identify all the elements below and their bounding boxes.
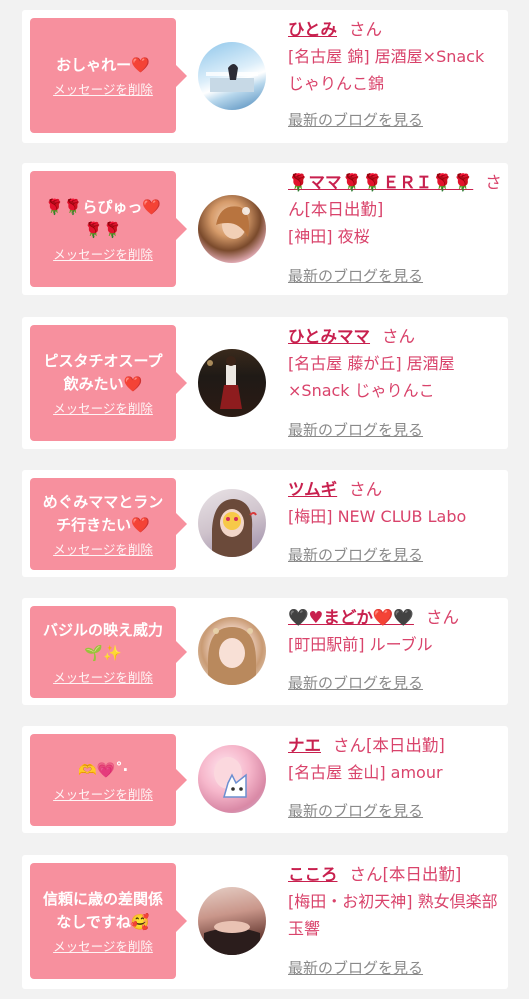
message-text: 🫶💗˚‧ — [77, 760, 129, 779]
shop-info: [神田] 夜桜 — [288, 227, 370, 246]
avatar[interactable] — [198, 195, 266, 263]
avatar[interactable] — [198, 349, 266, 417]
message-bubble: 🫶💗˚‧ メッセージを削除 — [30, 734, 187, 826]
status-badge: [本日出勤] — [382, 865, 462, 884]
shop-info: [名古屋 金山] amour — [288, 763, 443, 782]
user-name-link[interactable]: 🖤♥まどか❤️🖤 — [288, 608, 414, 627]
honorific: さん — [425, 608, 459, 627]
list-item: ピスタチオスープ飲みたい❤️ メッセージを削除 ひとみママ さん [名古屋 藤が丘… — [22, 317, 508, 449]
shop-info: [梅田] NEW CLUB Labo — [288, 507, 467, 526]
delete-message-link[interactable]: メッセージを削除 — [53, 246, 153, 264]
avatar[interactable] — [198, 617, 266, 685]
avatar[interactable] — [198, 489, 266, 557]
message-list: おしゃれー❤️ メッセージを削除 ひとみ さん [名古屋 錦] 居酒屋×Snack… — [0, 0, 529, 999]
message-text: おしゃれー❤️ — [56, 56, 150, 74]
avatar[interactable] — [198, 42, 266, 110]
avatar-photo — [208, 627, 256, 685]
info: ひとみ さん [名古屋 錦] 居酒屋×Snack じゃりんこ錦 — [288, 16, 502, 97]
info: 🖤♥まどか❤️🖤 さん [町田駅前] ルーブル — [288, 604, 502, 658]
message-text: バジルの映え威力🌱✨ — [42, 621, 163, 662]
message-bubble: おしゃれー❤️ メッセージを削除 — [30, 18, 187, 133]
user-name-link[interactable]: ひとみママ — [288, 327, 370, 346]
avatar-photo — [216, 206, 250, 239]
message-bubble: めぐみママとランチ行きたい❤️ メッセージを削除 — [30, 478, 187, 570]
info: 🌹ママ🌹🌹ＥＲＩ🌹🌹 さん[本日出勤] [神田] 夜桜 — [288, 169, 502, 250]
message-bubble: バジルの映え威力🌱✨ メッセージを削除 — [30, 606, 187, 698]
message-text: 信頼に歳の差関係なしですね🥰 — [42, 890, 163, 931]
latest-blog-link[interactable]: 最新のブログを見る — [288, 544, 423, 565]
info: ナエ さん[本日出勤] [名古屋 金山] amour — [288, 732, 502, 786]
avatar-photo — [206, 64, 258, 92]
list-item: 🫶💗˚‧ メッセージを削除 ナエ さん[本日出勤] [名古屋 金山] amour … — [22, 726, 508, 833]
user-name-link[interactable]: 🌹ママ🌹🌹ＥＲＩ🌹🌹 — [288, 173, 473, 192]
info: ひとみママ さん [名古屋 藤が丘] 居酒屋×Snack じゃりんこ — [288, 323, 502, 404]
avatar-photo — [214, 757, 247, 798]
latest-blog-link[interactable]: 最新のブログを見る — [288, 957, 423, 978]
info: ツムギ さん [梅田] NEW CLUB Labo — [288, 476, 502, 530]
latest-blog-link[interactable]: 最新のブログを見る — [288, 800, 423, 821]
message-bubble: ピスタチオスープ飲みたい❤️ メッセージを削除 — [30, 325, 187, 441]
honorific: さん — [349, 480, 383, 499]
user-name-link[interactable]: ツムギ — [288, 480, 337, 499]
shop-info: [名古屋 錦] 居酒屋×Snack じゃりんこ錦 — [288, 47, 485, 93]
honorific: さん — [349, 20, 383, 39]
delete-message-link[interactable]: メッセージを削除 — [53, 81, 153, 99]
user-name-link[interactable]: ひとみ — [288, 20, 337, 39]
delete-message-link[interactable]: メッセージを削除 — [53, 669, 153, 687]
status-badge: [本日出勤] — [304, 200, 384, 219]
delete-message-link[interactable]: メッセージを削除 — [53, 786, 153, 804]
status-badge: [本日出勤] — [366, 736, 445, 755]
list-item: バジルの映え威力🌱✨ メッセージを削除 🖤♥まどか❤️🖤 さん [町田駅前] ルー… — [22, 598, 508, 705]
delete-message-link[interactable]: メッセージを削除 — [53, 541, 153, 559]
message-text: 🌹🌹らぴゅっ❤️🌹🌹 — [44, 198, 162, 239]
list-item: 🌹🌹らぴゅっ❤️🌹🌹 メッセージを削除 🌹ママ🌹🌹ＥＲＩ🌹🌹 さん[本日出勤] [… — [22, 163, 508, 295]
info: こころ さん[本日出勤] [梅田・お初天神] 熟女倶楽部 玉響 — [288, 861, 502, 942]
delete-message-link[interactable]: メッセージを削除 — [53, 400, 153, 418]
user-name-link[interactable]: こころ — [288, 865, 338, 884]
latest-blog-link[interactable]: 最新のブログを見る — [288, 265, 423, 286]
honorific: さん — [382, 327, 416, 346]
latest-blog-link[interactable]: 最新のブログを見る — [288, 672, 423, 693]
shop-info: [名古屋 藤が丘] 居酒屋×Snack じゃりんこ — [288, 354, 455, 400]
honorific: さん — [349, 865, 383, 884]
honorific: さん — [333, 736, 366, 755]
avatar-photo — [207, 356, 242, 409]
latest-blog-link[interactable]: 最新のブログを見る — [288, 109, 423, 130]
list-item: おしゃれー❤️ メッセージを削除 ひとみ さん [名古屋 錦] 居酒屋×Snack… — [22, 10, 508, 143]
message-text: ピスタチオスープ飲みたい❤️ — [43, 352, 163, 393]
message-text: めぐみママとランチ行きたい❤️ — [42, 493, 164, 534]
message-bubble: 🌹🌹らぴゅっ❤️🌹🌹 メッセージを削除 — [30, 171, 187, 287]
latest-blog-link[interactable]: 最新のブログを見る — [288, 419, 423, 440]
list-item: 信頼に歳の差関係なしですね🥰 メッセージを削除 こころ さん[本日出勤] [梅田・… — [22, 855, 508, 989]
shop-info: [町田駅前] ルーブル — [288, 635, 433, 654]
message-bubble: 信頼に歳の差関係なしですね🥰 メッセージを削除 — [30, 863, 187, 979]
delete-message-link[interactable]: メッセージを削除 — [53, 938, 153, 956]
avatar-photo — [212, 499, 257, 557]
avatar-photo — [204, 921, 260, 955]
avatar[interactable] — [198, 887, 266, 955]
user-name-link[interactable]: ナエ — [288, 736, 321, 755]
shop-info: [梅田・お初天神] 熟女倶楽部 玉響 — [288, 892, 498, 938]
list-item: めぐみママとランチ行きたい❤️ メッセージを削除 ツムギ さん [梅田] NEW … — [22, 470, 508, 577]
avatar[interactable] — [198, 745, 266, 813]
